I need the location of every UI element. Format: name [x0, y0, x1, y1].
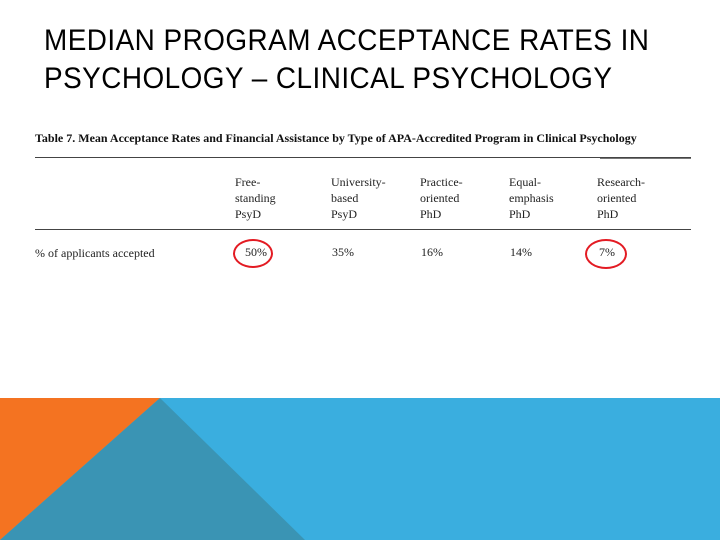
column-header-line: emphasis: [509, 191, 554, 205]
column-header-line: PhD: [509, 207, 531, 221]
cell-practice-phd: 16%: [421, 245, 443, 259]
table-caption: Table 7. Mean Acceptance Rates and Finan…: [35, 131, 637, 145]
row-label-applicants-accepted: % of applicants accepted: [35, 246, 155, 260]
column-header-research-phd: Research- oriented PhD: [597, 174, 645, 222]
column-header-equal-phd: Equal- emphasis PhD: [509, 174, 554, 222]
column-header-line: PsyD: [331, 207, 358, 221]
slide-title-line-2: PSYCHOLOGY – CLINICAL PSYCHOLOGY: [44, 62, 613, 95]
column-header-line: oriented: [420, 191, 460, 205]
column-header-line: PhD: [420, 207, 442, 221]
highlight-circle-research: [585, 239, 627, 269]
column-header-practice-phd: Practice- oriented PhD: [420, 174, 463, 222]
column-header-line: oriented: [597, 191, 637, 205]
table-top-rule-shadow: [600, 158, 691, 159]
column-header-line: Equal-: [509, 175, 541, 189]
decorative-band: [0, 398, 720, 540]
column-header-line: Practice-: [420, 175, 463, 189]
decorative-band-graphic: [0, 398, 720, 540]
column-header-line: based: [331, 191, 359, 205]
column-header-line: PhD: [597, 207, 619, 221]
column-header-freestanding-psyd: Free- standing PsyD: [235, 174, 276, 222]
column-header-line: PsyD: [235, 207, 262, 221]
slide-title-line-1: MEDIAN PROGRAM ACCEPTANCE RATES IN: [44, 24, 650, 57]
column-header-line: Research-: [597, 175, 645, 189]
highlight-circle-freestanding: [233, 239, 273, 268]
table-top-rule: [35, 157, 691, 158]
column-header-line: Free-: [235, 175, 261, 189]
slide: MEDIAN PROGRAM ACCEPTANCE RATES IN PSYCH…: [0, 0, 720, 540]
cell-university-psyd: 35%: [332, 245, 354, 259]
column-header-university-psyd: University- based PsyD: [331, 174, 386, 222]
cell-equal-phd: 14%: [510, 245, 532, 259]
slide-title: MEDIAN PROGRAM ACCEPTANCE RATES IN PSYCH…: [44, 22, 658, 98]
table-header-rule: [35, 229, 691, 230]
column-header-line: standing: [235, 191, 276, 205]
column-header-line: University-: [331, 175, 386, 189]
